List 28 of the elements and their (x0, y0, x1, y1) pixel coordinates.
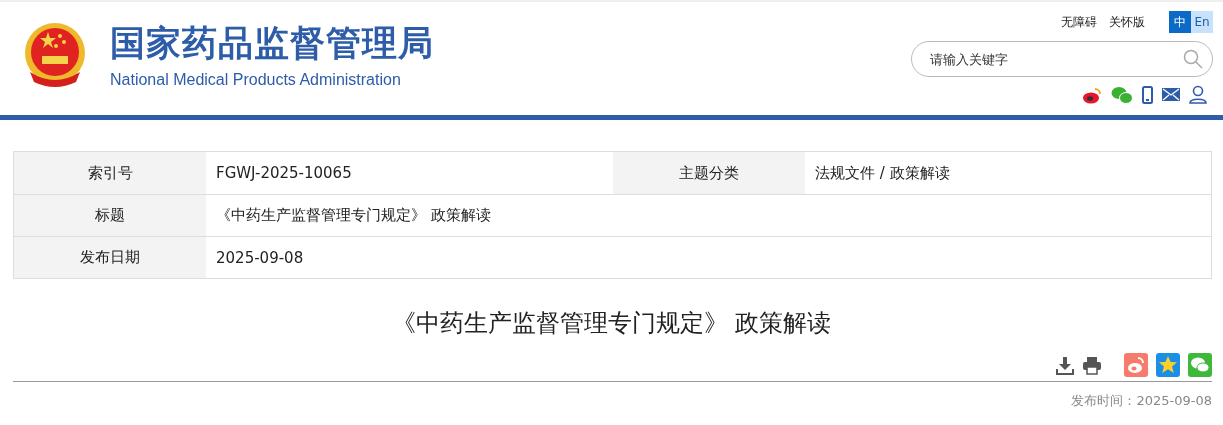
download-icon[interactable] (1056, 355, 1074, 375)
print-icon[interactable] (1082, 355, 1102, 375)
table-label: 发布日期 (14, 237, 206, 278)
wechat-icon[interactable] (1111, 85, 1133, 104)
publish-date: 发布时间：2025-09-08 (1070, 392, 1212, 410)
mail-icon[interactable] (1162, 88, 1180, 101)
table-value: 2025-09-08 (216, 248, 304, 267)
article-title: 《中药生产监督管理专门规定》 政策解读 (390, 308, 833, 339)
site-title: 国家药品监督管理局 (110, 22, 434, 65)
weibo-icon[interactable] (1082, 85, 1102, 104)
language-tab[interactable]: 中 (1169, 11, 1191, 33)
site-subtitle: National Medical Products Administration (110, 71, 402, 89)
wechat-share-icon[interactable] (1188, 353, 1212, 377)
header-link[interactable]: 无障碍 (1061, 13, 1097, 31)
table-value: FGWJ-2025-10065 (216, 164, 352, 182)
emblem-icon (22, 21, 88, 88)
search-field[interactable]: 请输入关键字 (911, 41, 1213, 77)
phone-icon[interactable] (1142, 85, 1153, 104)
table-label: 主题分类 (613, 152, 805, 194)
table-label: 标题 (14, 195, 206, 236)
header-link[interactable]: 关怀版 (1109, 13, 1145, 31)
table-label: 索引号 (14, 152, 206, 194)
weibo-share-icon[interactable] (1124, 353, 1148, 377)
table-value: 法规文件 / 政策解读 (815, 163, 950, 183)
star-share-icon[interactable] (1156, 353, 1180, 377)
user-icon[interactable] (1189, 85, 1207, 104)
language-tab[interactable]: En (1191, 11, 1213, 33)
table-value: 《中药生产监督管理专门规定》 政策解读 (216, 206, 491, 225)
